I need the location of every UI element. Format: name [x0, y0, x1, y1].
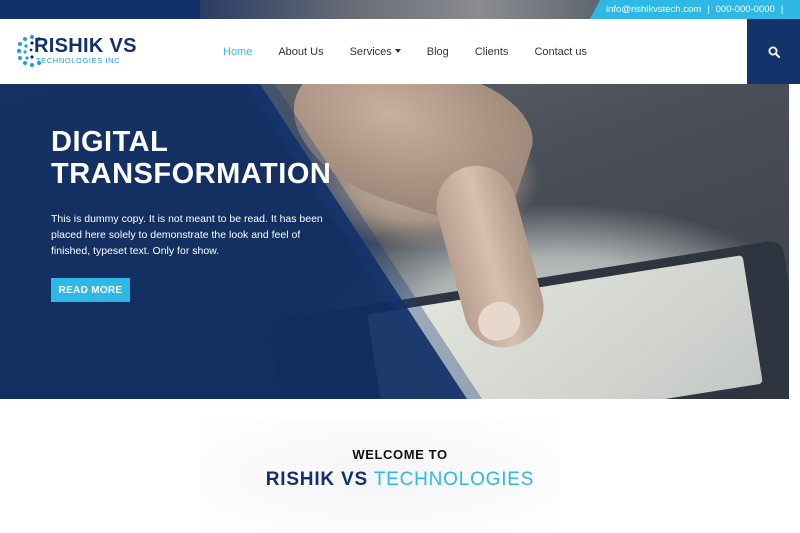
- welcome-subtitle: WELCOME TO: [352, 447, 448, 462]
- top-bar-image: [200, 0, 600, 19]
- main-nav: Home About Us Services Blog Clients Cont…: [223, 19, 587, 84]
- logo-subtitle: TECHNOLOGIES INC: [36, 56, 121, 65]
- caret-down-icon: [394, 48, 401, 53]
- contact-trailing-separator: |: [780, 4, 784, 15]
- welcome-title-technologies: TECHNOLOGIES: [373, 469, 535, 490]
- welcome-section: WELCOME TO RISHIK VS TECHNOLOGIES: [0, 399, 800, 533]
- nav-item-about-us[interactable]: About Us: [278, 46, 323, 58]
- site-logo[interactable]: RISHIK VS TECHNOLOGIES INC: [14, 33, 139, 71]
- nav-item-services[interactable]: Services: [350, 46, 401, 58]
- nav-item-contact-us[interactable]: Contact us: [534, 46, 587, 58]
- contact-email[interactable]: info@rishikvstech.com: [606, 4, 701, 15]
- search-button[interactable]: [747, 19, 800, 84]
- search-icon: [768, 46, 780, 58]
- read-more-button[interactable]: READ MORE: [51, 278, 130, 302]
- hero-title: DIGITAL TRANSFORMATION: [51, 126, 331, 190]
- hero-description: This is dummy copy. It is not meant to b…: [51, 213, 323, 257]
- welcome-title-company: RISHIK VS: [265, 469, 368, 490]
- hero-title-line1: DIGITAL: [51, 126, 169, 158]
- hero-title-line2: TRANSFORMATION: [51, 158, 332, 190]
- page: info@rishikvstech.com | 000-000-0000 | R…: [0, 0, 800, 533]
- nav-item-clients[interactable]: Clients: [475, 46, 509, 58]
- contact-phone[interactable]: 000-000-0000: [716, 4, 775, 15]
- top-bar-background: [0, 0, 215, 19]
- top-bar: info@rishikvstech.com | 000-000-0000 |: [0, 0, 800, 19]
- nav-item-home[interactable]: Home: [223, 46, 252, 58]
- hero-banner: DIGITAL TRANSFORMATION This is dummy cop…: [0, 84, 789, 399]
- nav-item-services-label: Services: [349, 45, 392, 58]
- site-header: RISHIK VS TECHNOLOGIES INC Home About Us…: [0, 19, 800, 84]
- nav-item-blog[interactable]: Blog: [427, 46, 449, 58]
- welcome-title: RISHIK VS TECHNOLOGIES: [0, 469, 800, 491]
- contact-separator: |: [707, 4, 710, 15]
- contact-strip: info@rishikvstech.com | 000-000-0000 |: [590, 0, 800, 19]
- logo-name: RISHIK VS: [34, 35, 137, 57]
